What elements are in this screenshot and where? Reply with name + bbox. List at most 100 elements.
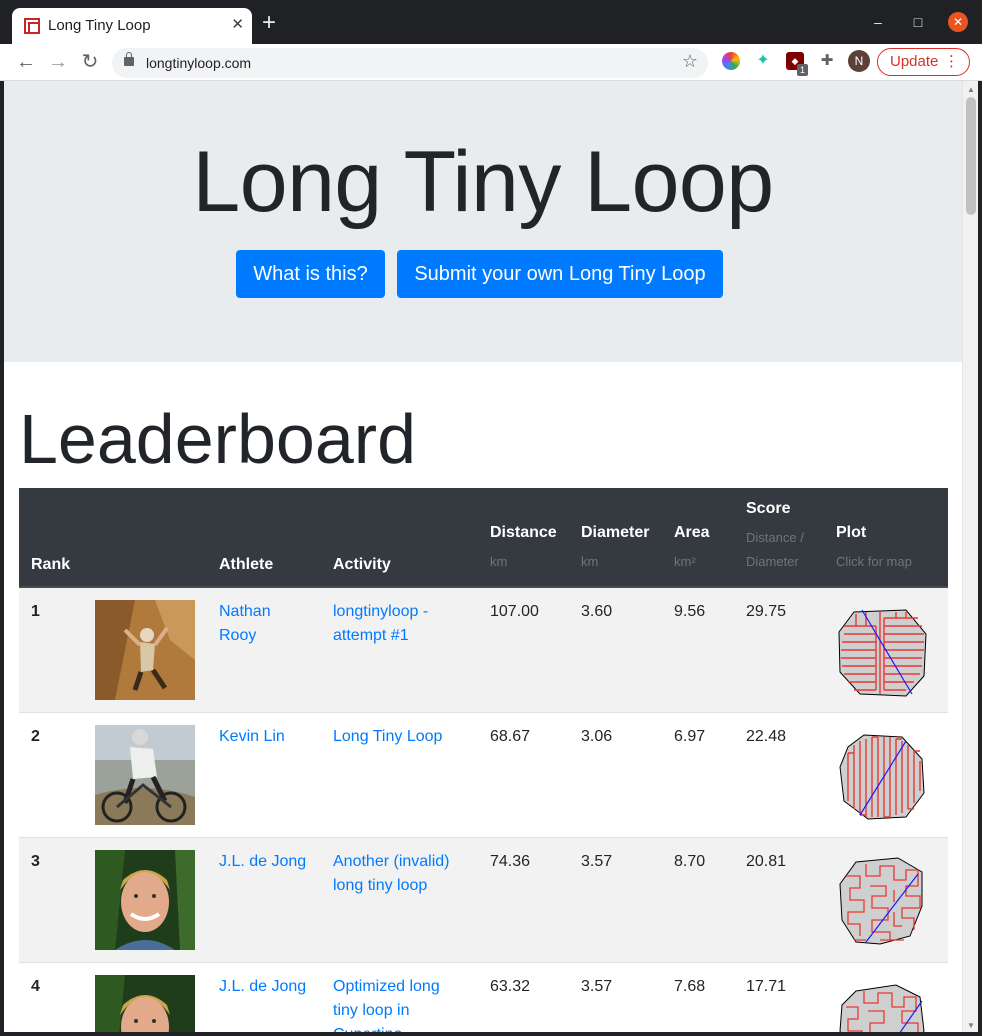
- route-plot[interactable]: [836, 606, 928, 698]
- url-text[interactable]: longtinyloop.com: [146, 55, 251, 71]
- header-diameter-label: Diameter: [581, 524, 650, 541]
- leaderboard-title: Leaderboard: [19, 400, 416, 478]
- header-activity: Activity: [321, 488, 478, 588]
- update-label: Update: [890, 53, 939, 70]
- table-header-row: Rank Athlete Activity Distance km Diamete…: [19, 488, 948, 588]
- score-cell: 20.81: [734, 837, 824, 963]
- header-plot-label: Plot: [836, 524, 867, 541]
- rank-cell: 1: [19, 586, 83, 713]
- athlete-photo: [95, 725, 195, 825]
- browser-tab[interactable]: Long Tiny Loop ✕: [12, 8, 252, 44]
- athlete-photo: [95, 600, 195, 700]
- forward-icon[interactable]: →: [46, 50, 70, 74]
- window-close-button[interactable]: ✕: [948, 12, 968, 32]
- area-cell: 9.56: [662, 586, 734, 713]
- header-area: Area km²: [662, 488, 734, 588]
- photo-cell: [83, 586, 207, 713]
- athlete-photo: [95, 975, 195, 1032]
- activity-link[interactable]: longtinyloop - attempt #1: [333, 603, 428, 644]
- submit-loop-button[interactable]: Submit your own Long Tiny Loop: [397, 250, 723, 298]
- athlete-cell: J.L. de Jong: [207, 837, 321, 963]
- scroll-up-icon[interactable]: ▲: [967, 85, 975, 94]
- activity-cell: Another (invalid) long tiny loop: [321, 837, 478, 963]
- athlete-link[interactable]: Kevin Lin: [219, 728, 285, 745]
- header-distance: Distance km: [478, 488, 569, 588]
- header-diameter-unit: km: [581, 554, 599, 569]
- window-frame-left: [0, 81, 4, 1036]
- header-area-unit: km²: [674, 554, 696, 569]
- athlete-link[interactable]: Nathan Rooy: [219, 603, 271, 644]
- header-score: Score Distance / Diameter: [734, 488, 824, 588]
- window-frame-right: [978, 81, 982, 1036]
- browser-toolbar: ← → ↻ longtinyloop.com ☆ ✦ ◆ 1 ✚ N Updat…: [0, 44, 982, 81]
- header-score-label: Score: [746, 500, 791, 517]
- reload-icon[interactable]: ↻: [78, 50, 102, 74]
- tab-close-icon[interactable]: ✕: [231, 17, 244, 33]
- distance-cell: 107.00: [478, 586, 569, 713]
- bookmark-star-icon[interactable]: ☆: [682, 51, 698, 72]
- leaderboard-table: Rank Athlete Activity Distance km Diamete…: [19, 488, 948, 1032]
- profile-avatar[interactable]: N: [848, 50, 870, 72]
- header-score-sub: Distance / Diameter: [746, 530, 804, 569]
- window-maximize-button[interactable]: □: [908, 12, 928, 32]
- back-icon[interactable]: ←: [14, 50, 38, 74]
- plot-cell: [824, 962, 948, 1032]
- rank-cell: 3: [19, 837, 83, 963]
- score-cell: 29.75: [734, 586, 824, 713]
- athlete-link[interactable]: J.L. de Jong: [219, 978, 306, 995]
- activity-link[interactable]: Long Tiny Loop: [333, 728, 442, 745]
- header-plot: Plot Click for map: [824, 488, 948, 588]
- tab-title: Long Tiny Loop: [48, 17, 151, 34]
- window-frame-bottom: [0, 1032, 982, 1036]
- photo-cell: [83, 962, 207, 1032]
- plot-cell: [824, 586, 948, 713]
- score-cell: 22.48: [734, 712, 824, 838]
- header-plot-sub: Click for map: [836, 554, 912, 569]
- header-rank: Rank: [19, 488, 83, 588]
- activity-link[interactable]: Another (invalid) long tiny loop: [333, 853, 450, 894]
- browser-tabstrip: Long Tiny Loop ✕ + – □ ✕: [0, 0, 982, 44]
- activity-cell: longtinyloop - attempt #1: [321, 586, 478, 713]
- athlete-cell: Kevin Lin: [207, 712, 321, 838]
- color-extension-icon[interactable]: [722, 52, 740, 70]
- extensions-puzzle-icon[interactable]: ✚: [818, 52, 836, 70]
- header-distance-label: Distance: [490, 524, 557, 541]
- favicon-icon: [24, 18, 40, 34]
- what-is-this-button[interactable]: What is this?: [236, 250, 385, 298]
- table-row: 3 J.L. de Jong Another (invalid) long ti…: [19, 837, 948, 963]
- page-viewport: Long Tiny Loop What is this? Submit your…: [4, 81, 962, 1032]
- scrollbar-thumb[interactable]: [966, 97, 976, 215]
- diameter-cell: 3.57: [569, 962, 662, 1032]
- vertical-scrollbar[interactable]: ▲ ▼: [962, 81, 978, 1032]
- window-minimize-button[interactable]: –: [868, 12, 888, 32]
- update-button[interactable]: Update ⋮: [877, 48, 970, 76]
- table-row: 1 Nathan Rooy longtinyloop - attempt #1 …: [19, 586, 948, 713]
- table-row: 4 J.L. de Jong Optimized long tiny loop …: [19, 962, 948, 1032]
- hero-section: Long Tiny Loop What is this? Submit your…: [4, 81, 962, 362]
- distance-cell: 68.67: [478, 712, 569, 838]
- athlete-link[interactable]: J.L. de Jong: [219, 853, 306, 870]
- menu-dots-icon[interactable]: ⋮: [944, 49, 959, 75]
- route-plot[interactable]: [836, 856, 928, 948]
- athlete-photo: [95, 850, 195, 950]
- route-plot[interactable]: [836, 731, 928, 823]
- area-cell: 6.97: [662, 712, 734, 838]
- header-photo: [83, 488, 207, 588]
- diameter-cell: 3.60: [569, 586, 662, 713]
- header-area-label: Area: [674, 524, 710, 541]
- table-row: 2 Kevin Lin Long Tiny Loop 68.67 3.06 6.…: [19, 712, 948, 838]
- new-tab-button[interactable]: +: [262, 11, 276, 35]
- athlete-cell: J.L. de Jong: [207, 962, 321, 1032]
- plot-cell: [824, 712, 948, 838]
- scroll-down-icon[interactable]: ▼: [967, 1021, 975, 1030]
- diameter-cell: 3.06: [569, 712, 662, 838]
- activity-link[interactable]: Optimized long tiny loop in Cupertino: [333, 978, 440, 1032]
- rank-cell: 4: [19, 962, 83, 1032]
- route-plot[interactable]: [836, 981, 928, 1032]
- area-cell: 7.68: [662, 962, 734, 1032]
- diameter-cell: 3.57: [569, 837, 662, 963]
- score-cell: 17.71: [734, 962, 824, 1032]
- athlete-cell: Nathan Rooy: [207, 586, 321, 713]
- bird-extension-icon[interactable]: ✦: [754, 52, 772, 70]
- address-bar[interactable]: longtinyloop.com ☆: [112, 48, 708, 78]
